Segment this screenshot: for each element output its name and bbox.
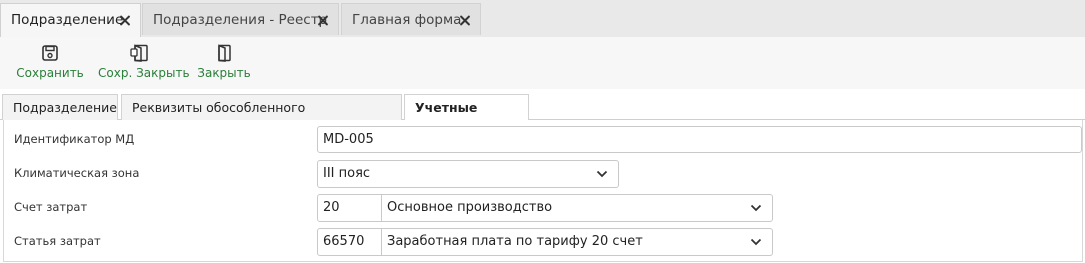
md-id-label: Идентификатор МД bbox=[14, 132, 135, 146]
doc-tab-registry[interactable]: Подразделения - Реестр bbox=[142, 3, 339, 35]
doc-tab-label: Подразделения - Реестр bbox=[153, 12, 328, 28]
tab-account-data[interactable]: Учетные данные bbox=[404, 94, 529, 140]
save-icon bbox=[42, 45, 58, 61]
md-id-value: MD-005 bbox=[323, 132, 374, 147]
cost-account-select[interactable]: Основное производство bbox=[382, 194, 773, 222]
chevron-down-icon[interactable] bbox=[750, 203, 762, 213]
cost-item-value: Заработная плата по тарифу 20 счет bbox=[387, 234, 643, 249]
cost-item-select[interactable]: Заработная плата по тарифу 20 счет bbox=[382, 228, 773, 256]
cost-item-code: 66570 bbox=[323, 234, 365, 249]
cost-account-code-input[interactable]: 20 bbox=[317, 194, 382, 222]
door-icon bbox=[218, 44, 231, 62]
tab-podrazdelenie[interactable]: Подразделение bbox=[2, 94, 118, 120]
close-button[interactable]: Закрыть bbox=[196, 42, 252, 86]
doc-tab-podrazdelenie[interactable]: Подразделение bbox=[0, 3, 141, 37]
tab-requisites[interactable]: Реквизиты обособленного подразделения bbox=[121, 94, 402, 140]
save-button[interactable]: Сохранить bbox=[16, 42, 84, 86]
document-tab-bar: Подразделение Подразделения - Реестр Гла… bbox=[0, 0, 1085, 37]
cost-item-code-input[interactable]: 66570 bbox=[317, 228, 382, 256]
cost-account-code: 20 bbox=[323, 200, 340, 215]
chevron-down-icon[interactable] bbox=[596, 169, 608, 179]
md-id-input[interactable]: MD-005 bbox=[317, 126, 1082, 153]
doc-tab-main-form[interactable]: Главная форма bbox=[341, 3, 481, 35]
chevron-down-icon[interactable] bbox=[750, 237, 762, 247]
climate-zone-label: Климатическая зона bbox=[14, 166, 140, 180]
section-tab-bar: Подразделение Реквизиты обособленного по… bbox=[0, 93, 1085, 140]
doc-tab-label: Главная форма bbox=[352, 12, 462, 28]
save-label: Сохранить bbox=[16, 66, 84, 80]
close-label: Закрыть bbox=[197, 66, 251, 80]
toolbar: Сохранить Сохр. Закрыть Закрыть bbox=[0, 37, 1085, 89]
cost-account-value: Основное производство bbox=[387, 200, 553, 215]
close-icon[interactable] bbox=[459, 15, 470, 26]
save-close-icon bbox=[130, 44, 148, 62]
cost-item-label: Статья затрат bbox=[14, 234, 101, 248]
cost-account-label: Счет затрат bbox=[14, 200, 88, 214]
close-icon[interactable] bbox=[317, 15, 328, 26]
doc-tab-label: Подразделение bbox=[11, 12, 124, 28]
tab-label: Подразделение bbox=[13, 100, 117, 115]
close-icon[interactable] bbox=[119, 15, 130, 26]
climate-zone-value: III пояс bbox=[323, 166, 371, 181]
climate-zone-select[interactable]: III пояс bbox=[317, 160, 619, 188]
save-close-button[interactable]: Сохр. Закрыть bbox=[98, 42, 190, 86]
save-close-label: Сохр. Закрыть bbox=[98, 66, 190, 80]
